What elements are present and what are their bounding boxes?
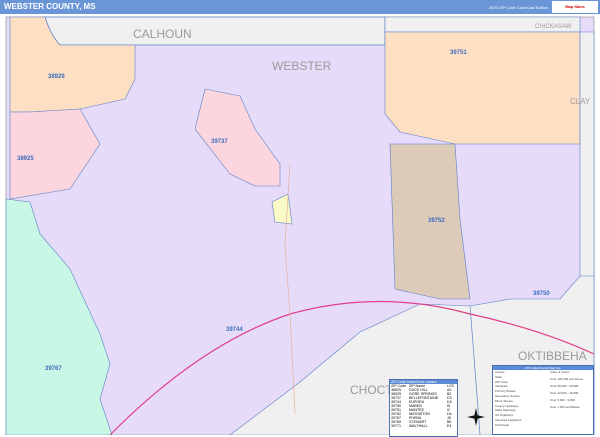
key-city-size: Cities & Towns bbox=[550, 370, 570, 374]
zip-label: 39767 bbox=[45, 366, 62, 372]
zip-label: 39752 bbox=[428, 218, 445, 224]
zip-label: 38929 bbox=[48, 74, 65, 80]
key-city-size: Over 10,000 - 49,999 bbox=[550, 391, 579, 395]
header-bar: WEBSTER COUNTY, MS 2020 ZIP Code ColorCa… bbox=[0, 0, 600, 14]
map-key: ZIP Code/County Map Key County State ZIP C… bbox=[492, 365, 594, 435]
edition-label: 2020 ZIP Code ColorCast Edition bbox=[488, 5, 548, 10]
zip-label: 39750 bbox=[533, 291, 550, 297]
map-title: WEBSTER COUNTY, MS bbox=[4, 2, 96, 11]
key-item: Toll Roads bbox=[495, 422, 510, 427]
zip-39751[interactable] bbox=[384, 31, 581, 145]
label-chickasaw: CHICKASAW bbox=[535, 24, 571, 30]
legend-row: 39771 WALTHALL E4 bbox=[390, 424, 457, 428]
zip-label: 39737 bbox=[211, 139, 228, 145]
key-city-size: Over 100,000 and Above bbox=[550, 377, 584, 381]
zip-label: 39751 bbox=[450, 50, 467, 56]
calhoun-county bbox=[44, 16, 386, 46]
zip-index-legend: ZIP Code Index/Grid Locator ZIP Code ZIP … bbox=[389, 379, 458, 437]
label-clay: CLAY bbox=[570, 97, 591, 106]
zip-label: 38925 bbox=[17, 156, 34, 162]
logo: Map Sales bbox=[552, 1, 598, 13]
label-calhoun: CALHOUN bbox=[133, 27, 192, 41]
label-webster: WEBSTER bbox=[272, 59, 332, 73]
legend-cell: E4 bbox=[447, 424, 452, 428]
legend-cell: 39771 bbox=[391, 424, 401, 428]
key-city-size: Over 1,000 and Below bbox=[550, 405, 580, 409]
label-oktibbeha: OKTIBBEHA bbox=[518, 349, 587, 363]
key-city-size: Over 5,000 - 9,999 bbox=[550, 398, 576, 402]
zip-label: 39744 bbox=[226, 327, 243, 333]
legend-cell: WALTHALL bbox=[409, 424, 428, 428]
key-city-size: Over 50,000 - 99,999 bbox=[550, 384, 579, 388]
